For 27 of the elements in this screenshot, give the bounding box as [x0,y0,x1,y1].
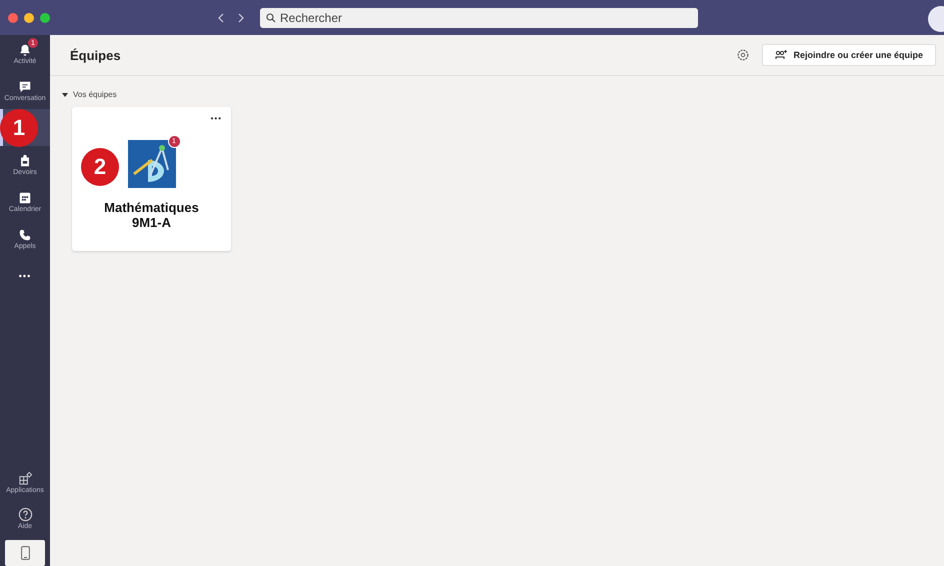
join-team-button[interactable]: Rejoindre ou créer une équipe [762,44,936,66]
apps-icon [18,470,32,486]
rail-item[interactable]: 1 [0,109,50,146]
step-marker: 1 [0,109,38,147]
phone-icon [18,228,32,242]
bag-icon [18,154,32,168]
back-icon[interactable] [218,12,224,22]
device-button[interactable] [5,540,45,566]
help-icon [18,506,32,522]
settings-icon[interactable] [736,48,750,62]
section-toggle[interactable]: Vos équipes [50,76,944,99]
chat-icon [18,80,32,94]
team-name: Mathématiques 9M1-A [104,200,199,230]
more-options[interactable]: ••• [210,114,222,123]
geometry-tools-icon [128,140,176,188]
calendar-icon [18,190,32,204]
people-add-icon [775,50,788,60]
phone-icon [20,546,30,560]
rail-item[interactable]: ••• [0,257,50,294]
zoom-button[interactable] [40,12,50,22]
minimize-button[interactable] [24,12,34,22]
forward-icon[interactable] [238,12,244,22]
bell-icon [18,42,32,56]
close-button[interactable] [8,12,18,22]
search-field[interactable]: Rechercher [260,8,698,28]
step-marker: 2 [81,148,119,186]
page-title: Équipes [70,48,122,62]
